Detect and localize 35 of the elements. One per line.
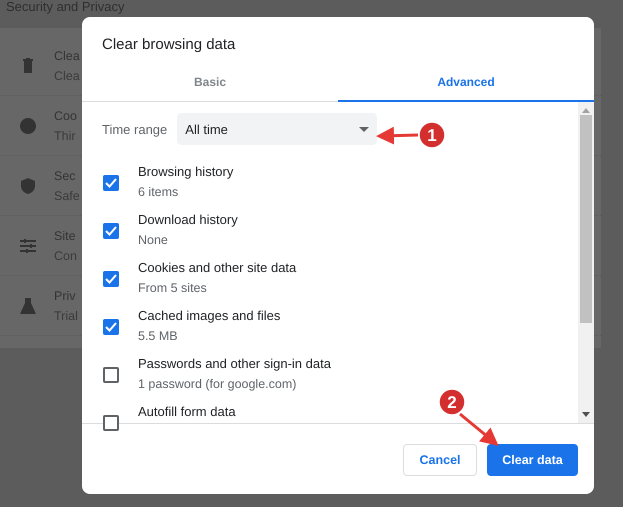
option-detail: 6 items xyxy=(138,185,180,199)
flask-icon xyxy=(19,296,37,314)
option-detail: From 5 sites xyxy=(138,281,208,295)
sliders-icon xyxy=(19,236,37,254)
checkbox[interactable] xyxy=(103,223,119,239)
scrollbar[interactable] xyxy=(578,102,594,423)
annotation-arrow xyxy=(376,126,418,145)
time-range-dropdown[interactable]: All time xyxy=(177,113,378,145)
option-detail: None xyxy=(138,233,169,247)
option-detail: 1 password (for google.com) xyxy=(138,377,298,391)
number-badge: 2 xyxy=(438,388,466,416)
checkbox[interactable] xyxy=(103,175,119,191)
scroll-thumb[interactable] xyxy=(580,115,592,323)
option-label: Download history xyxy=(138,212,238,227)
field-label: Time range xyxy=(102,122,168,136)
scroll-down-icon[interactable] xyxy=(582,412,590,417)
clear-data-button[interactable]: Clear data xyxy=(487,444,578,476)
number-badge: 1 xyxy=(418,121,446,149)
caret-icon xyxy=(359,126,370,132)
option-label: Browsing history xyxy=(138,164,234,179)
checkbox[interactable] xyxy=(103,271,119,287)
checkbox[interactable] xyxy=(103,415,119,431)
dialog-title: Clear browsing data xyxy=(101,35,236,55)
shield-icon xyxy=(19,176,37,194)
tab[interactable]: Basic xyxy=(82,64,338,102)
option-label: Autofill form data xyxy=(138,404,236,419)
annotation-arrow xyxy=(459,412,499,446)
checkbox[interactable] xyxy=(103,367,119,383)
option-label: Cookies and other site data xyxy=(138,260,296,275)
option-label: Cached images and files xyxy=(138,308,280,323)
checkbox[interactable] xyxy=(103,319,119,335)
option-detail: 5.5 MB xyxy=(138,329,179,343)
option-label: Passwords and other sign-in data xyxy=(138,356,331,371)
cancel-button[interactable]: Cancel xyxy=(403,444,477,476)
tab[interactable]: Advanced xyxy=(338,64,594,102)
